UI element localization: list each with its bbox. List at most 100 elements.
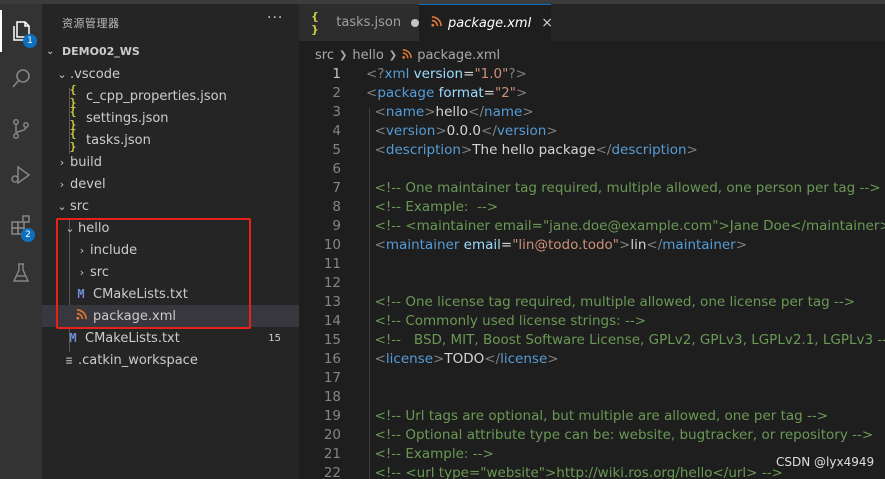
tab-package-xml[interactable]: package.xml × xyxy=(419,4,553,41)
line-number: 8 xyxy=(332,199,341,215)
search-activity-button[interactable] xyxy=(0,58,42,100)
code-line[interactable]: <!-- One license tag required, multiple … xyxy=(366,294,856,310)
tree-label: devel xyxy=(70,176,106,192)
run-debug-activity-button[interactable] xyxy=(0,154,42,196)
tree-folder-include[interactable]: › include xyxy=(42,239,299,261)
code-line[interactable]: <!-- <url type="website">http://wiki.ros… xyxy=(366,465,783,479)
line-number: 12 xyxy=(323,275,341,291)
line-number: 3 xyxy=(332,104,341,120)
tree-folder-build[interactable]: › build xyxy=(42,151,299,173)
tree-label: tasks.json xyxy=(86,132,151,148)
source-control-icon xyxy=(13,119,29,139)
chevron-right-icon: › xyxy=(59,177,65,191)
tree-label: .catkin_workspace xyxy=(78,352,198,368)
code-line[interactable]: <maintainer email="lin@todo.todo">lin</m… xyxy=(366,237,747,253)
line-number: 16 xyxy=(323,351,341,367)
tree-file-src-cmakelists[interactable]: M CMakeLists.txt 15 xyxy=(42,327,299,349)
code-line[interactable]: <!-- BSD, MIT, Boost Software License, G… xyxy=(366,332,885,348)
extensions-badge: 2 xyxy=(21,228,35,242)
chevron-right-icon: › xyxy=(59,155,65,169)
tab-tasks-json[interactable]: { } tasks.json xyxy=(299,4,419,41)
more-actions-button[interactable]: ··· xyxy=(267,10,283,26)
line-number: 2 xyxy=(332,85,341,101)
line-number: 19 xyxy=(323,408,341,424)
source-control-activity-button[interactable] xyxy=(0,108,42,150)
tree-label: hello xyxy=(78,220,110,236)
breadcrumb-item[interactable]: package.xml xyxy=(417,48,500,63)
chevron-down-icon: ⌄ xyxy=(57,67,67,81)
tree-file-c-cpp-properties[interactable]: { } c_cpp_properties.json xyxy=(42,83,299,109)
tree-label: settings.json xyxy=(86,110,169,126)
code-line[interactable]: <!-- Url tags are optional, but multiple… xyxy=(366,408,829,424)
code-line[interactable]: <package format="2"> xyxy=(366,85,527,101)
flask-icon xyxy=(12,263,30,282)
code-line[interactable]: <!-- One maintainer tag required, multip… xyxy=(366,180,881,196)
line-number: 10 xyxy=(323,237,341,253)
tree-label: CMakeLists.txt xyxy=(85,330,180,346)
line-number: 21 xyxy=(323,446,341,462)
code-line[interactable]: <version>0.0.0</version> xyxy=(366,123,558,139)
line-number: 22 xyxy=(323,465,341,479)
chevron-down-icon: ⌄ xyxy=(46,45,55,57)
tree-folder-devel[interactable]: › devel xyxy=(42,173,299,195)
tree-label: include xyxy=(90,242,138,258)
chevron-down-icon: ⌄ xyxy=(65,221,75,235)
close-icon[interactable]: × xyxy=(541,15,553,31)
tab-label: package.xml xyxy=(448,15,532,31)
breadcrumb-item[interactable]: hello xyxy=(352,48,383,63)
line-number: 9 xyxy=(332,218,341,234)
tree-file-tasks[interactable]: { } tasks.json xyxy=(42,127,299,153)
line-number: 11 xyxy=(323,256,341,272)
rss-icon xyxy=(431,16,442,30)
tab-label: tasks.json xyxy=(336,15,402,30)
chevron-right-icon: › xyxy=(79,265,85,279)
search-icon xyxy=(12,69,30,88)
tree-file-catkin-workspace[interactable]: ≡ .catkin_workspace xyxy=(42,349,299,371)
extensions-activity-button[interactable]: 2 xyxy=(0,204,42,246)
cmake-icon: M xyxy=(69,331,77,345)
code-line[interactable]: <!-- <maintainer email="jane.doe@example… xyxy=(366,218,885,234)
line-number: 20 xyxy=(323,427,341,443)
tree-folder-hello-src[interactable]: › src xyxy=(42,261,299,283)
chevron-down-icon: ⌄ xyxy=(57,199,67,213)
testing-activity-button[interactable] xyxy=(0,252,42,294)
explorer-title: 资源管理器 xyxy=(62,17,120,30)
explorer-sidebar: 资源管理器 ··· ⌄ DEMO02_WS ⌄ .vscode { } c_cp… xyxy=(42,4,299,479)
code-line[interactable]: <description>The hello package</descript… xyxy=(366,142,698,158)
code-editor[interactable]: 1 <?xml version="1.0"?> 2 <package format="… xyxy=(299,64,885,479)
tree-label: src xyxy=(90,264,109,280)
line-number: 18 xyxy=(323,389,341,405)
chevron-right-icon: ❯ xyxy=(338,49,348,61)
line-number: 14 xyxy=(323,313,341,329)
editor-group: { } tasks.json package.xml × src ❯ hello… xyxy=(299,4,885,479)
tree-file-hello-cmakelists[interactable]: M CMakeLists.txt xyxy=(42,283,299,305)
code-line[interactable]: <!-- Example: --> xyxy=(366,446,494,462)
activity-bar: 1 2 xyxy=(0,4,42,479)
code-line[interactable]: <!-- Optional attribute type can be: web… xyxy=(366,427,874,443)
workspace-name: DEMO02_WS xyxy=(62,44,140,58)
code-line[interactable]: <?xml version="1.0"?> xyxy=(366,66,527,82)
tree-label: .vscode xyxy=(70,66,120,82)
tree-folder-src[interactable]: ⌄ src xyxy=(42,195,299,217)
tree-label: c_cpp_properties.json xyxy=(86,88,227,104)
tree-file-settings[interactable]: { } settings.json xyxy=(42,105,299,131)
tree-file-package-xml[interactable]: package.xml xyxy=(42,305,299,327)
tree-folder-hello[interactable]: ⌄ hello xyxy=(42,217,299,239)
breadcrumb-item[interactable]: src xyxy=(315,48,334,63)
explorer-badge: 1 xyxy=(23,34,37,48)
tree-folder-vscode[interactable]: ⌄ .vscode xyxy=(42,63,299,85)
explorer-activity-button[interactable]: 1 xyxy=(0,10,42,52)
line-number: 13 xyxy=(323,294,341,310)
line-number: 6 xyxy=(332,161,341,177)
chevron-right-icon: ❯ xyxy=(388,49,398,61)
code-line[interactable]: <!-- Commonly used license strings: --> xyxy=(366,313,646,329)
code-line[interactable]: <!-- Example: --> xyxy=(366,199,499,215)
code-line[interactable]: <name>hello</name> xyxy=(366,104,534,120)
tree-label: build xyxy=(70,154,102,170)
line-number: 5 xyxy=(332,142,341,158)
code-line[interactable]: <license>TODO</license> xyxy=(366,351,559,367)
workspace-header[interactable]: ⌄ DEMO02_WS xyxy=(42,40,299,62)
unsaved-dot-icon xyxy=(411,18,419,27)
line-number: 4 xyxy=(332,123,341,139)
line-number: 15 xyxy=(323,332,341,348)
